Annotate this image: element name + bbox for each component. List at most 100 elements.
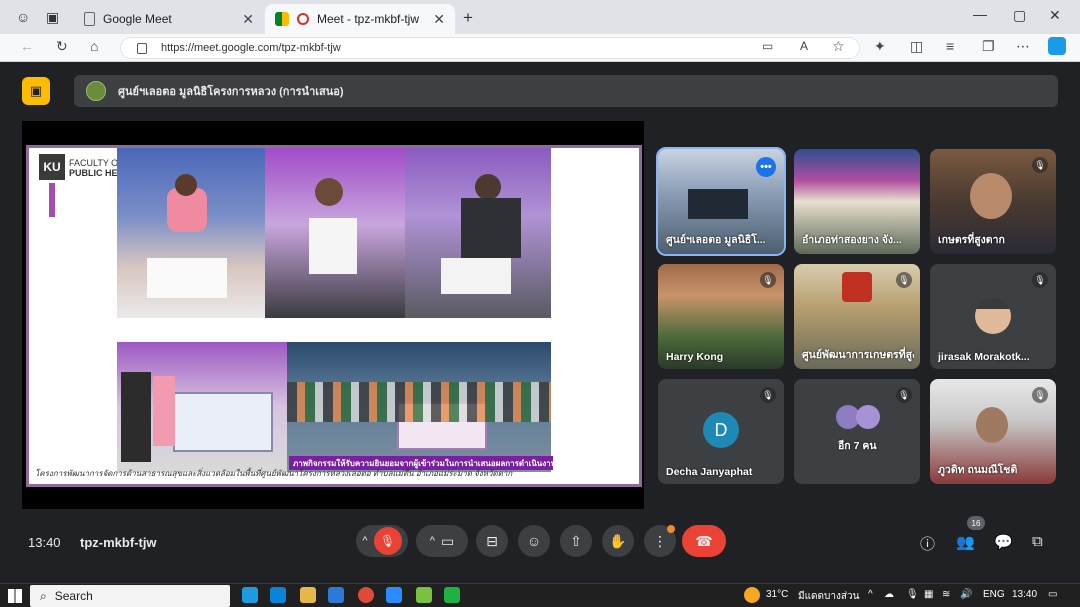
participant-tile[interactable]: 🎙 ภูวดิท ถนมณีโชติ bbox=[930, 379, 1056, 484]
participant-tile[interactable]: 🎙 ศูนย์พัฒนาการเกษตรที่สูง... bbox=[794, 264, 920, 369]
chat-icon[interactable]: 💬 bbox=[994, 533, 1013, 551]
line-icon[interactable] bbox=[444, 587, 460, 603]
windows-start-icon[interactable] bbox=[8, 589, 22, 603]
mic-off-icon: 🎙 bbox=[896, 272, 912, 288]
mic-control[interactable]: ^ 🎙 bbox=[356, 525, 408, 557]
new-tab-icon[interactable]: + bbox=[463, 8, 473, 28]
language-indicator[interactable]: ENG bbox=[983, 589, 1005, 600]
participant-avatar: D bbox=[703, 412, 739, 448]
onedrive-icon[interactable]: ☁ bbox=[884, 589, 894, 600]
participant-tile[interactable]: ••• ศูนย์ฯเลอตอ มูลนิธิโ... bbox=[656, 147, 786, 256]
more-options-icon[interactable]: ••• bbox=[756, 157, 776, 177]
decorative-bar bbox=[49, 183, 55, 217]
copilot-taskbar-icon[interactable] bbox=[242, 587, 258, 603]
app-icon[interactable] bbox=[416, 587, 432, 603]
tab-label: Meet - tpz-mkbf-tjw bbox=[317, 12, 420, 26]
hang-up-icon: ☎ bbox=[695, 532, 713, 549]
volume-icon[interactable]: 🔊 bbox=[960, 589, 972, 600]
favorite-icon[interactable]: ☆ bbox=[832, 38, 845, 55]
participant-tile[interactable]: อำเภอท่าสองยาง จัง... bbox=[794, 149, 920, 254]
back-icon[interactable]: ← bbox=[20, 38, 34, 54]
mic-off-icon[interactable]: 🎙 bbox=[373, 527, 402, 555]
participant-name: ศูนย์พัฒนาการเกษตรที่สูง... bbox=[802, 349, 914, 361]
search-icon: ⌕ bbox=[40, 588, 47, 603]
copilot-icon[interactable] bbox=[1048, 37, 1066, 55]
file-explorer-icon[interactable] bbox=[300, 587, 316, 603]
people-count-badge: 16 bbox=[967, 516, 985, 530]
photo-signing-woman bbox=[117, 148, 265, 318]
weather-temp: 31°C bbox=[766, 589, 789, 600]
meeting-time: 13:40 bbox=[28, 535, 61, 550]
raise-hand-button[interactable]: ✋ bbox=[602, 525, 634, 557]
tab-actions-icon[interactable]: ▣ bbox=[46, 9, 59, 26]
taskbar-clock[interactable]: 13:40 bbox=[1012, 589, 1037, 600]
participant-tile-others[interactable]: 🎙 อีก 7 คน bbox=[794, 379, 920, 484]
meeting-code: tpz-mkbf-tjw bbox=[80, 535, 157, 550]
windows-taskbar: ⌕ Search 31°C มีแดดบางส่วน ^ ☁ 🎙 ▦ ≋ 🔊 E… bbox=[0, 583, 1080, 607]
zoom-icon[interactable] bbox=[386, 587, 402, 603]
split-screen-icon[interactable]: ◫ bbox=[910, 38, 923, 55]
participant-name: ศูนย์ฯเลอตอ มูลนิธิโ... bbox=[666, 234, 766, 246]
participant-tile[interactable]: 🎙 jirasak Morakotk... bbox=[930, 264, 1056, 369]
browser-tab-bar: ☺ ▣ Google Meet ✕ Meet - tpz-mkbf-tjw ✕ … bbox=[0, 0, 1080, 34]
close-window-icon[interactable]: ✕ bbox=[1049, 7, 1061, 24]
mic-off-icon: 🎙 bbox=[1032, 387, 1048, 403]
favorites-list-icon[interactable]: ≡ bbox=[946, 38, 954, 54]
video-camera-icon[interactable]: ▭ bbox=[441, 533, 454, 550]
chevron-up-icon[interactable]: ^ bbox=[362, 535, 367, 547]
activities-icon[interactable]: ⧉ bbox=[1032, 533, 1043, 550]
participant-name: Harry Kong bbox=[666, 351, 724, 363]
close-tab-icon[interactable]: ✕ bbox=[433, 11, 445, 28]
refresh-icon[interactable]: ↻ bbox=[56, 38, 68, 55]
close-tab-icon[interactable]: ✕ bbox=[242, 11, 254, 28]
meeting-info-icon[interactable]: ⓘ bbox=[920, 533, 935, 554]
presenter-strip: ศูนย์ฯเลอตอ มูลนิธิโครงการหลวง (การนำเสน… bbox=[74, 75, 1058, 107]
read-aloud-icon[interactable]: A bbox=[800, 39, 808, 53]
participant-tile[interactable]: 🎙 Harry Kong bbox=[658, 264, 784, 369]
slide-caption: โครงการพัฒนาการจัดการด้านสาธารณสุขและสิ่… bbox=[35, 469, 513, 478]
mic-off-icon: 🎙 bbox=[760, 272, 776, 288]
more-menu-icon[interactable]: ⋯ bbox=[1016, 38, 1030, 55]
network-icon[interactable]: ▦ bbox=[924, 589, 933, 600]
captions-button[interactable]: ⊟ bbox=[476, 525, 508, 557]
participant-tile[interactable]: 🎙 เกษตรที่สูงตาก bbox=[930, 149, 1056, 254]
wifi-icon[interactable]: ≋ bbox=[942, 589, 950, 600]
camera-control[interactable]: ^ ▭ bbox=[416, 525, 468, 557]
recording-icon bbox=[297, 13, 309, 25]
weather-description: มีแดดบางส่วน bbox=[798, 591, 860, 602]
chevron-up-icon[interactable]: ^ bbox=[430, 535, 435, 547]
photo-group-left bbox=[117, 342, 287, 472]
tab-meet-active[interactable]: Meet - tpz-mkbf-tjw ✕ bbox=[265, 4, 455, 34]
emoji-icon: ☺ bbox=[526, 533, 542, 549]
hand-icon: ✋ bbox=[609, 532, 627, 549]
chrome-icon[interactable] bbox=[358, 587, 374, 603]
reactions-button[interactable]: ☺ bbox=[518, 525, 550, 557]
mic-off-icon: 🎙 bbox=[1032, 157, 1048, 173]
collections-icon[interactable]: ❐ bbox=[982, 38, 995, 55]
camera-icon[interactable]: ▭ bbox=[762, 39, 773, 53]
document-icon bbox=[84, 12, 95, 26]
presentation-badge-icon[interactable]: ▣ bbox=[22, 77, 50, 105]
extensions-icon[interactable]: ✦ bbox=[874, 38, 886, 55]
mic-tray-icon[interactable]: 🎙 bbox=[906, 589, 919, 600]
taskbar-search[interactable]: ⌕ Search bbox=[30, 585, 230, 607]
mail-icon[interactable] bbox=[328, 587, 344, 603]
home-icon[interactable]: ⌂ bbox=[90, 38, 98, 54]
minimize-icon[interactable]: — bbox=[973, 6, 987, 22]
participant-name: เกษตรที่สูงตาก bbox=[938, 234, 1005, 246]
url-field[interactable]: https://meet.google.com/tpz-mkbf-tjw bbox=[120, 37, 860, 59]
leave-call-button[interactable]: ☎ bbox=[682, 525, 726, 557]
edge-icon[interactable] bbox=[270, 587, 286, 603]
lock-icon bbox=[137, 42, 147, 54]
maximize-icon[interactable]: ▢ bbox=[1013, 7, 1026, 24]
participant-avatar bbox=[975, 298, 1011, 334]
tab-google-meet[interactable]: Google Meet ✕ bbox=[74, 4, 264, 34]
profile-icon[interactable]: ☺ bbox=[16, 9, 30, 25]
presentation-slide: KU FACULTY OF PUBLIC HEALTH ภาพกิจกรรมให… bbox=[26, 145, 642, 487]
notification-icon[interactable]: ▭ bbox=[1048, 589, 1057, 600]
participant-tile[interactable]: D 🎙 Decha Janyaphat bbox=[658, 379, 784, 484]
people-icon[interactable]: 👥 bbox=[956, 533, 975, 551]
weather-icon[interactable] bbox=[744, 587, 760, 603]
present-button[interactable]: ⇧ bbox=[560, 525, 592, 557]
tray-chevron-icon[interactable]: ^ bbox=[868, 589, 873, 600]
